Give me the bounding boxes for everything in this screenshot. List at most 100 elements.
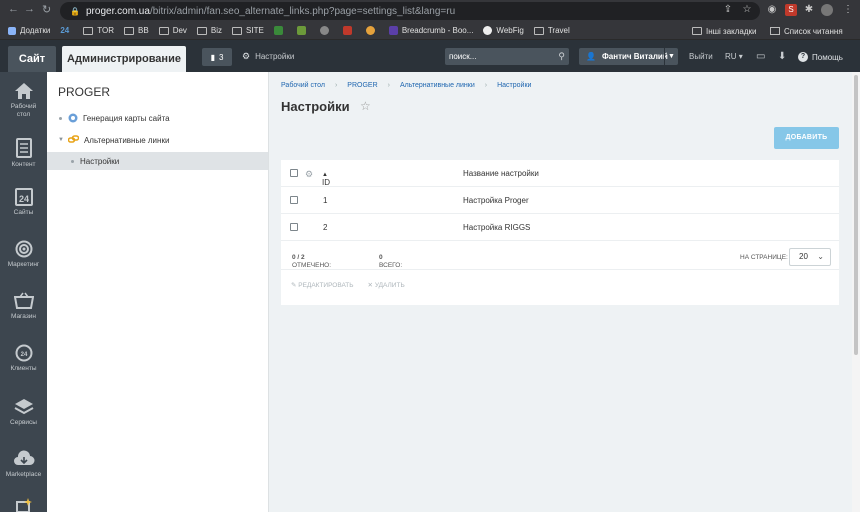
notifications-button[interactable]: ▮ 3	[202, 48, 232, 66]
column-header-name[interactable]: Название настройки	[463, 169, 539, 178]
delete-action[interactable]: ✕ УДАЛИТЬ	[368, 281, 405, 289]
user-name: Фантич Виталий	[601, 52, 668, 61]
bookmark-biz[interactable]: Biz	[196, 26, 222, 35]
search-placeholder: поиск...	[449, 52, 477, 61]
gear-icon: ⚙	[242, 51, 251, 61]
nav-more[interactable]	[0, 498, 47, 512]
search-input[interactable]: поиск... ⚲	[445, 48, 569, 65]
bookmark-site[interactable]: SITE	[232, 26, 264, 35]
bookmark-24[interactable]: 24	[60, 26, 73, 35]
profile-avatar-icon[interactable]	[821, 4, 833, 16]
add-button[interactable]: ДОБАВИТЬ	[774, 127, 839, 149]
bookmark-label: BB	[138, 26, 149, 35]
bookmark-ext-3[interactable]	[319, 26, 333, 35]
table-row[interactable]: 1 Настройка Proger	[281, 187, 839, 214]
gear-icon[interactable]: ⚙	[305, 169, 313, 180]
nav-shop[interactable]: Магазин	[0, 292, 47, 320]
row-name[interactable]: Настройка Proger	[463, 196, 529, 205]
breadcrumb-separator-icon: ›	[484, 82, 488, 89]
nav-clients[interactable]: 24 Клиенты	[0, 344, 47, 372]
column-header-id[interactable]: ID ▲	[322, 169, 330, 187]
breadcrumb-item[interactable]: Альтернативные линки	[400, 82, 475, 89]
breadcrumb-item[interactable]: Настройки	[497, 82, 531, 89]
folder-icon	[232, 26, 243, 35]
cloud-download-icon	[13, 450, 34, 465]
settings-link[interactable]: ⚙ Настройки	[242, 51, 294, 62]
total-label: ВСЕГО:	[379, 262, 403, 269]
reading-list[interactable]: Список читання	[770, 22, 843, 40]
nav-marketplace[interactable]: Marketplace	[0, 450, 47, 478]
table-row[interactable]: 2 Настройка RIGGS	[281, 214, 839, 241]
forward-icon[interactable]: →	[24, 3, 35, 15]
home-icon	[14, 83, 33, 99]
bookmark-apps[interactable]: Додатки	[8, 26, 50, 35]
bookmark-tor[interactable]: TOR	[83, 26, 114, 35]
bookmark-webfig[interactable]: WebFig	[483, 26, 524, 35]
tab-site[interactable]: Сайт	[8, 46, 56, 72]
target-icon	[15, 240, 32, 258]
user-menu[interactable]: 👤 Фантич Виталий ▼	[579, 48, 678, 65]
extension-icon[interactable]: ◉	[766, 4, 778, 16]
language-selector[interactable]: RU ▾	[725, 52, 743, 61]
bookmark-breadcrumb[interactable]: Breadcrumb - Boo...	[388, 26, 474, 35]
bookmark-ext-5[interactable]	[365, 26, 379, 35]
per-page-select[interactable]: 20 ⌄	[789, 248, 831, 266]
tab-admin[interactable]: Администрирование	[62, 46, 186, 72]
window-icon[interactable]: ▭	[756, 51, 765, 62]
select-all-checkbox[interactable]	[290, 169, 298, 177]
breadcrumb-separator-icon: ›	[387, 82, 390, 89]
row-name[interactable]: Настройка RIGGS	[463, 223, 530, 232]
nav-sites[interactable]: 24 Сайты	[0, 188, 47, 216]
chrome-menu-icon[interactable]: ⋮	[842, 4, 854, 16]
bookmark-label: SITE	[246, 26, 264, 35]
url-path: /bitrix/admin/fan.seo_alternate_links.ph…	[149, 5, 456, 17]
expand-triangle-icon[interactable]: ▼	[58, 137, 64, 143]
search-icon: ⚲	[558, 51, 565, 61]
edit-action[interactable]: ✎ РЕДАКТИРОВАТЬ	[291, 281, 354, 289]
help-label: Помощь	[812, 52, 843, 62]
bookmark-star-icon[interactable]: ☆	[741, 4, 753, 16]
back-icon[interactable]: ←	[8, 3, 19, 15]
address-bar[interactable]: 🔒 proger.com.ua/bitrix/admin/fan.seo_alt…	[60, 2, 760, 20]
reload-icon[interactable]: ↻	[42, 3, 51, 16]
bookmark-label: Breadcrumb - Boo...	[401, 26, 474, 35]
user-icon: 👤	[586, 52, 596, 61]
chevron-down-icon[interactable]: ▼	[664, 48, 678, 65]
nav-desktop[interactable]: Рабочий стол	[0, 82, 47, 119]
marked-label: ОТМЕЧЕНО:	[292, 262, 331, 269]
folder-icon	[533, 26, 544, 35]
sitemap-icon	[68, 113, 78, 123]
folder-icon	[124, 26, 135, 35]
bookmark-ext-4[interactable]	[342, 26, 356, 35]
url-host: proger.com.ua	[86, 5, 150, 17]
breadcrumb-item[interactable]: Рабочий стол	[281, 82, 325, 89]
menu-item-alternate-links[interactable]: ▼ Альтернативные линки	[47, 131, 268, 149]
nav-services[interactable]: Сервисы	[0, 398, 47, 426]
bookmark-dev[interactable]: Dev	[158, 26, 187, 35]
column-id-label: ID	[322, 178, 330, 187]
logout-link[interactable]: Выйти	[689, 52, 713, 61]
share-icon[interactable]: ⇪	[722, 4, 734, 16]
scrollbar-thumb[interactable]	[854, 75, 858, 355]
bookmark-bb[interactable]: BB	[124, 26, 149, 35]
extension-s-icon[interactable]: S	[785, 4, 797, 16]
nav-content[interactable]: Контент	[0, 138, 47, 168]
24-icon: 24	[60, 26, 70, 35]
row-checkbox[interactable]	[290, 196, 298, 204]
menu-item-label: Настройки	[80, 156, 120, 166]
other-bookmarks[interactable]: Інші закладки	[692, 22, 757, 40]
help-link[interactable]: ? Помощь	[798, 52, 843, 62]
nav-marketing[interactable]: Маркетинг	[0, 240, 47, 268]
bookmark-travel[interactable]: Travel	[533, 26, 570, 35]
bookmark-ext-1[interactable]	[273, 26, 287, 35]
extensions-puzzle-icon[interactable]: ✱	[803, 4, 815, 16]
breadcrumb-item[interactable]: PROGER	[347, 82, 377, 89]
menu-item-sitemap[interactable]: Генерация карты сайта	[47, 109, 268, 127]
bookmark-ext-2[interactable]	[296, 26, 310, 35]
row-checkbox[interactable]	[290, 223, 298, 231]
breadcrumb: Рабочий стол › PROGER › Альтернативные л…	[281, 82, 531, 89]
pin-icon[interactable]: ⬇	[778, 51, 786, 62]
menu-item-settings[interactable]: Настройки	[47, 152, 268, 170]
favorite-star-icon[interactable]: ☆	[360, 99, 371, 113]
menu-item-label: Альтернативные линки	[83, 135, 170, 145]
